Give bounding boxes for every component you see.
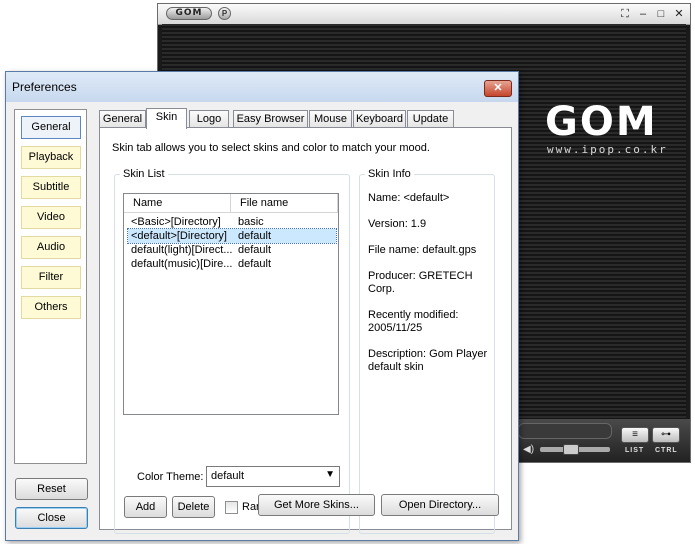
list-item-file: default <box>238 230 272 242</box>
skin-info-legend: Skin Info <box>365 168 414 180</box>
tab-skin[interactable]: Skin <box>146 108 187 129</box>
gom-p-button[interactable]: P <box>218 7 231 20</box>
seek-bar[interactable] <box>518 423 612 439</box>
column-header-file-name[interactable]: File name <box>231 194 338 213</box>
tab-easy-browser[interactable]: Easy Browser <box>233 110 308 128</box>
skin-info-producer-cont: Corp. <box>368 283 395 295</box>
list-item-name: default(music)[Dire... <box>131 258 233 270</box>
close-icon[interactable]: ✕ <box>672 7 686 21</box>
list-item[interactable]: default(music)[Dire... default <box>128 257 336 271</box>
add-button[interactable]: Add <box>124 496 167 518</box>
color-theme-select[interactable]: default ▼ <box>206 466 340 487</box>
color-theme-label: Color Theme: <box>137 471 204 483</box>
column-header-name[interactable]: Name <box>124 194 231 213</box>
tab-general[interactable]: General <box>99 110 146 128</box>
tab-keyboard[interactable]: Keyboard <box>353 110 406 128</box>
open-directory-button[interactable]: Open Directory... <box>381 494 499 516</box>
ctrl-button[interactable]: ⊶ <box>652 427 680 443</box>
skin-info-description-cont: default skin <box>368 361 424 373</box>
delete-button[interactable]: Delete <box>172 496 215 518</box>
maximize-icon[interactable]: □ <box>654 7 668 21</box>
category-subtitle[interactable]: Subtitle <box>21 176 81 199</box>
skin-list-group: Skin List Name File name <Basic>[Directo… <box>114 168 350 534</box>
list-item[interactable]: <Basic>[Directory] basic <box>128 215 336 229</box>
category-filter[interactable]: Filter <box>21 266 81 289</box>
gom-titlebar: GOM P ⛶ – □ ✕ <box>158 4 690 25</box>
category-video[interactable]: Video <box>21 206 81 229</box>
category-panel: General Playback Subtitle Video Audio Fi… <box>14 109 87 464</box>
get-more-skins-button[interactable]: Get More Skins... <box>258 494 375 516</box>
list-item[interactable]: default(light)[Direct... default <box>128 243 336 257</box>
list-label: LIST <box>625 447 645 454</box>
skin-tab-description: Skin tab allows you to select skins and … <box>112 142 430 154</box>
list-item-name: default(light)[Direct... <box>131 244 233 256</box>
category-audio[interactable]: Audio <box>21 236 81 259</box>
list-item-selected[interactable]: <default>[Directory] default <box>127 228 337 244</box>
list-button[interactable]: ≡ <box>621 427 649 443</box>
skin-info-name: Name: <default> <box>368 192 450 204</box>
dropdown-arrow-icon: ▼ <box>325 469 335 480</box>
list-item-name: <default>[Directory] <box>131 230 227 242</box>
ctrl-label: CTRL <box>655 447 678 454</box>
gom-logo: GOM <box>545 99 658 145</box>
ctrl-icon: ⊶ <box>661 429 671 440</box>
category-general[interactable]: General <box>21 116 81 139</box>
random-selection-checkbox[interactable] <box>225 501 238 514</box>
category-playback[interactable]: Playback <box>21 146 81 169</box>
skin-info-group: Skin Info Name: <default> Version: 1.9 F… <box>359 168 495 534</box>
volume-icon[interactable]: ◀) <box>523 444 537 456</box>
skin-tab-page: Skin tab allows you to select skins and … <box>99 127 512 534</box>
category-others[interactable]: Others <box>21 296 81 319</box>
skin-info-description: Description: Gom Player <box>368 348 488 360</box>
list-item-name: <Basic>[Directory] <box>131 216 221 228</box>
tab-strip: General Skin Logo Easy Browser Mouse Key… <box>99 108 509 129</box>
list-item-file: basic <box>238 216 264 228</box>
skin-list[interactable]: Name File name <Basic>[Directory] basic … <box>123 193 339 415</box>
gom-logo-button[interactable]: GOM <box>166 7 212 20</box>
skin-info-file-name: File name: default.gps <box>368 244 477 256</box>
preferences-dialog: Preferences ✕ General Playback Subtitle … <box>5 71 519 541</box>
list-item-file: default <box>238 258 272 270</box>
skin-info-modified-label: Recently modified: <box>368 309 459 321</box>
volume-knob[interactable] <box>563 444 579 455</box>
gom-url-text: www.ipop.co.kr <box>547 143 668 156</box>
skin-info-version: Version: 1.9 <box>368 218 427 230</box>
color-theme-value: default <box>211 470 245 482</box>
list-item-file: default <box>238 244 272 256</box>
skin-info-modified-date: 2005/11/25 <box>368 322 423 334</box>
dialog-title: Preferences <box>12 80 77 94</box>
reset-button[interactable]: Reset <box>15 478 88 500</box>
skin-info-producer: Producer: GRETECH <box>368 270 473 282</box>
minimize-icon[interactable]: – <box>636 7 650 21</box>
close-button[interactable]: Close <box>15 507 88 529</box>
tab-update[interactable]: Update <box>407 110 454 128</box>
dialog-close-button[interactable]: ✕ <box>484 80 512 97</box>
fullscreen-icon[interactable]: ⛶ <box>618 7 632 21</box>
dialog-titlebar[interactable]: Preferences ✕ <box>6 72 518 102</box>
list-icon: ≡ <box>632 429 638 440</box>
tab-logo[interactable]: Logo <box>189 110 229 128</box>
skin-list-legend: Skin List <box>120 168 168 180</box>
tab-mouse[interactable]: Mouse <box>309 110 352 128</box>
